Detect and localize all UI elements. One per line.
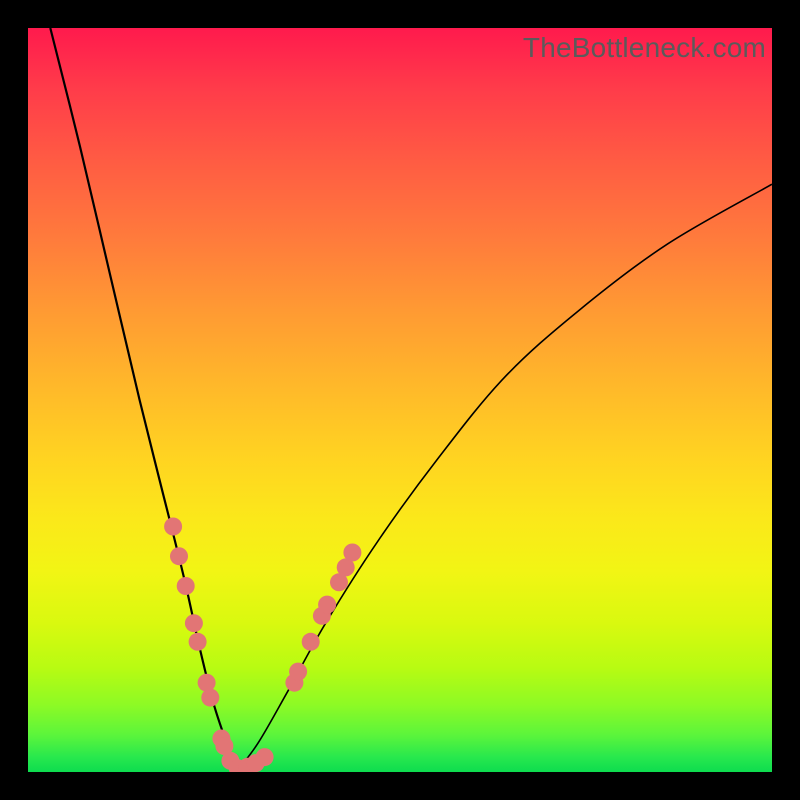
data-marker [164, 518, 182, 536]
marker-group [164, 518, 361, 773]
plot-area: TheBottleneck.com [28, 28, 772, 772]
data-marker [256, 748, 274, 766]
data-marker [318, 596, 336, 614]
data-marker [189, 633, 207, 651]
data-marker [177, 577, 195, 595]
data-marker [170, 547, 188, 565]
data-marker [343, 544, 361, 562]
curve-left-path [50, 28, 236, 772]
data-marker [302, 633, 320, 651]
data-marker [201, 689, 219, 707]
outer-frame: TheBottleneck.com [0, 0, 800, 800]
curve-right-path [236, 184, 772, 772]
data-marker [289, 663, 307, 681]
data-marker [185, 614, 203, 632]
chart-overlay [28, 28, 772, 772]
